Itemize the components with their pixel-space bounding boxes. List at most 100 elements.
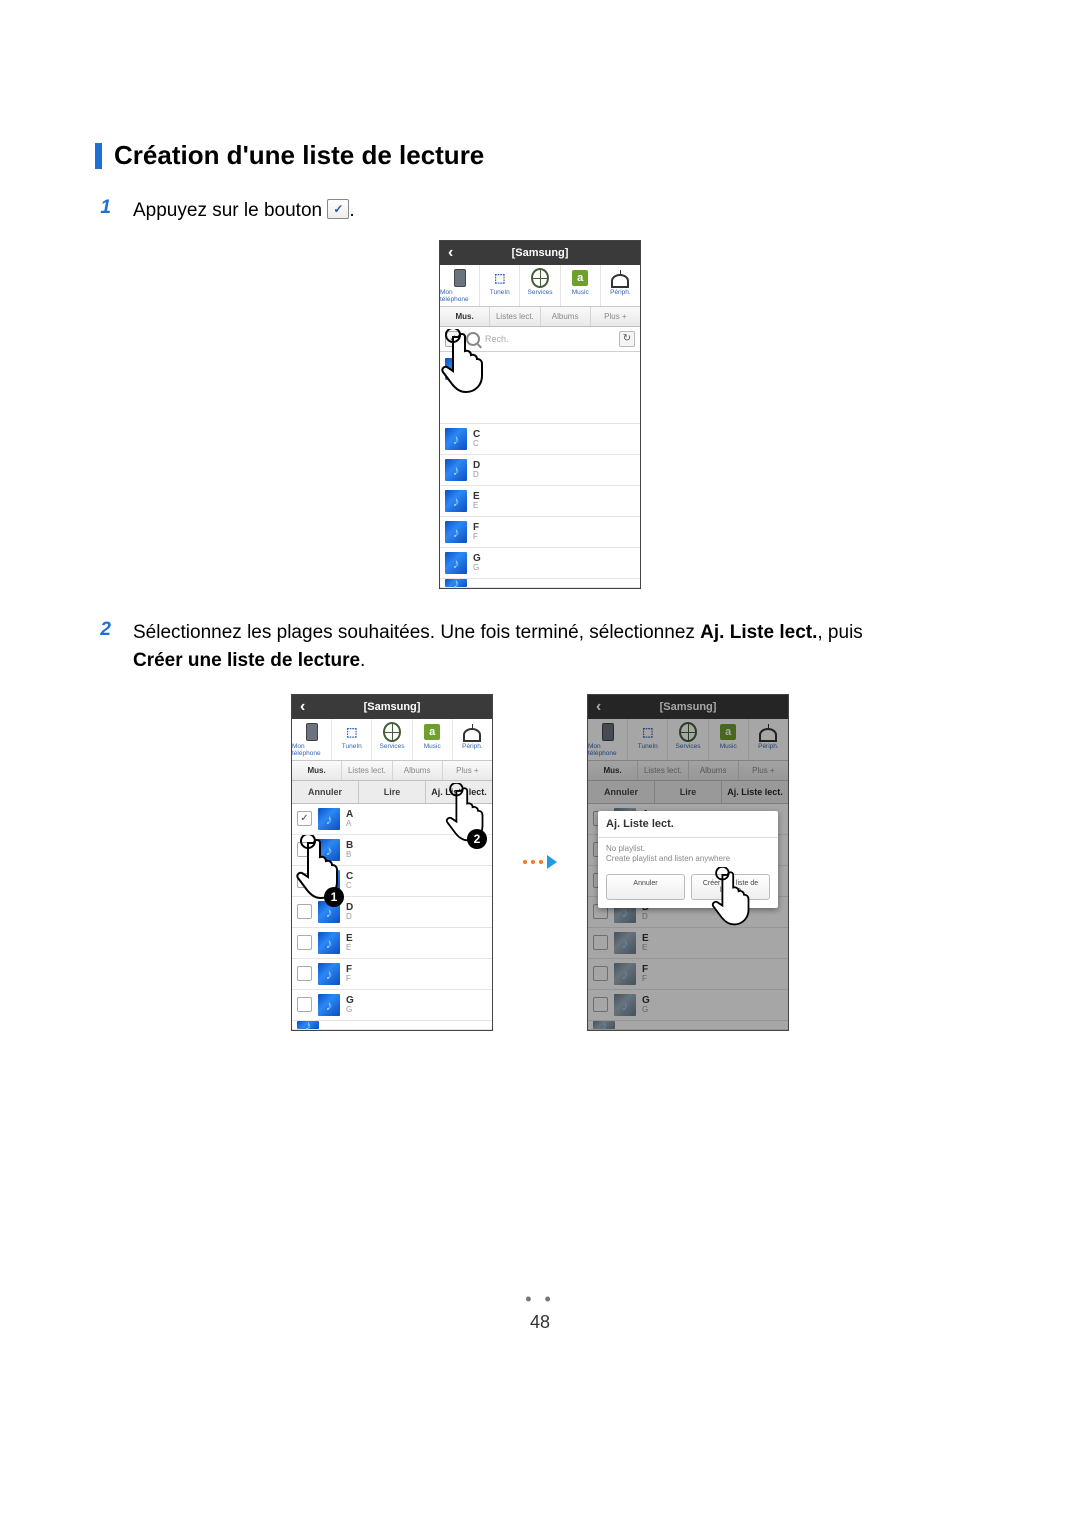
album-art-icon — [318, 932, 340, 954]
select-all-checkbox[interactable]: ✓ — [445, 331, 461, 347]
track-row[interactable]: CC — [440, 424, 640, 455]
tab-row: Mus. Listes lect. Albums Plus + — [440, 307, 640, 327]
track-row[interactable]: CC — [292, 866, 492, 897]
track-title: D — [346, 903, 353, 913]
screenshots-2-wrap: ‹ [Samsung] Mon téléphone ⬚TuneIn Servic… — [95, 694, 985, 1031]
album-art-icon — [318, 901, 340, 923]
modal-line1: No playlist. — [606, 844, 770, 854]
track-title: G — [346, 996, 354, 1006]
phone-icon — [451, 269, 469, 287]
t2bold1: Aj. Liste lect. — [700, 622, 817, 643]
step-2-text: Sélectionnez les plages souhaitées. Une … — [133, 619, 863, 676]
album-art-icon — [318, 963, 340, 985]
modal-body: No playlist. Create playlist and listen … — [598, 838, 778, 869]
track-subtitle: D — [473, 471, 480, 479]
source-label: TuneIn — [342, 743, 362, 750]
tab-plus[interactable]: Plus + — [591, 307, 640, 326]
track-checkbox[interactable] — [297, 935, 312, 950]
step-1: 1 Appuyez sur le bouton . — [95, 197, 985, 226]
source-services[interactable]: Services — [372, 719, 412, 760]
track-row[interactable]: GG — [292, 990, 492, 1021]
track-subtitle: C — [346, 882, 353, 890]
track-row[interactable]: EE — [440, 486, 640, 517]
track-row-partial — [292, 1021, 492, 1030]
modal-btn-create[interactable]: Créer une liste de lecture — [691, 874, 770, 900]
flow-arrow-icon — [523, 855, 557, 869]
tab-albums[interactable]: Albums — [541, 307, 591, 326]
track-row[interactable]: FF — [292, 959, 492, 990]
track-checkbox[interactable] — [297, 966, 312, 981]
modal-line2: Create playlist and listen anywhere — [606, 854, 770, 864]
album-art-icon — [318, 808, 340, 830]
tab-listes[interactable]: Listes lect. — [342, 761, 392, 780]
track-row[interactable]: DD — [440, 455, 640, 486]
track-row[interactable]: FF — [440, 517, 640, 548]
tab-mus[interactable]: Mus. — [440, 307, 490, 326]
track-title: F — [346, 965, 352, 975]
btn-lire[interactable]: Lire — [359, 781, 426, 803]
source-periph[interactable]: Périph. — [601, 265, 640, 306]
source-label: Périph. — [462, 743, 483, 750]
phone-screenshot-2: ‹ [Samsung] Mon téléphone ⬚TuneIn Servic… — [291, 694, 493, 1031]
source-label: Music — [424, 743, 441, 750]
btn-annuler[interactable]: Annuler — [292, 781, 359, 803]
modal-btn-cancel[interactable]: Annuler — [606, 874, 685, 900]
album-art-icon — [318, 994, 340, 1016]
phone-title-text: [Samsung] — [364, 701, 421, 713]
track-subtitle: F — [346, 975, 352, 983]
tab-row: Mus. Listes lect. Albums Plus + — [292, 761, 492, 781]
page-dots: • • — [525, 1289, 555, 1309]
track-subtitle: G — [346, 1006, 354, 1014]
source-music[interactable]: aMusic — [413, 719, 453, 760]
track-row[interactable]: AA — [440, 352, 640, 424]
back-icon[interactable]: ‹ — [300, 698, 305, 716]
album-art-icon — [445, 358, 467, 380]
source-periph[interactable]: Périph. — [453, 719, 492, 760]
phone-icon — [303, 723, 321, 741]
track-checkbox[interactable] — [297, 997, 312, 1012]
track-row[interactable]: GG — [440, 548, 640, 579]
search-input[interactable]: Rech. — [485, 334, 614, 344]
track-checkbox[interactable]: ✓ — [297, 811, 312, 826]
track-row[interactable]: EE — [292, 928, 492, 959]
search-row: ✓ Rech. ↻ — [440, 327, 640, 352]
btn-aj-liste-lect[interactable]: Aj. Liste lect. — [426, 781, 492, 803]
refresh-icon[interactable]: ↻ — [619, 331, 635, 347]
phone-title-text: [Samsung] — [512, 247, 569, 259]
track-row[interactable]: DD — [292, 897, 492, 928]
source-label: TuneIn — [490, 289, 510, 296]
back-icon[interactable]: ‹ — [448, 244, 453, 262]
section-heading: Création d'une liste de lecture — [95, 140, 985, 171]
phone-titlebar: ‹ [Samsung] — [292, 695, 492, 719]
tab-plus[interactable]: Plus + — [443, 761, 492, 780]
tab-albums[interactable]: Albums — [393, 761, 443, 780]
source-mon-telephone[interactable]: Mon téléphone — [440, 265, 480, 306]
album-art-icon — [445, 579, 467, 587]
track-subtitle: A — [473, 368, 480, 376]
track-checkbox[interactable] — [297, 842, 312, 857]
tab-listes[interactable]: Listes lect. — [490, 307, 540, 326]
track-title: C — [346, 872, 353, 882]
album-art-icon — [445, 490, 467, 512]
action-row: Annuler Lire Aj. Liste lect. — [292, 781, 492, 804]
source-music[interactable]: aMusic — [561, 265, 601, 306]
track-title: A — [346, 810, 353, 820]
track-row[interactable]: BB — [292, 835, 492, 866]
source-tunein[interactable]: ⬚TuneIn — [332, 719, 372, 760]
track-checkbox[interactable] — [297, 873, 312, 888]
t2b: , puis — [817, 622, 862, 643]
t2c: . — [360, 650, 365, 671]
track-row[interactable]: ✓AA — [292, 804, 492, 835]
source-label: Mon téléphone — [292, 743, 331, 757]
tab-mus[interactable]: Mus. — [292, 761, 342, 780]
search-icon — [466, 332, 480, 346]
source-tunein[interactable]: ⬚ TuneIn — [480, 265, 520, 306]
allshare-icon — [463, 723, 481, 741]
track-checkbox[interactable] — [297, 904, 312, 919]
tunein-icon: ⬚ — [491, 269, 509, 287]
screenshot-1-wrap: ‹ [Samsung] Mon téléphone ⬚ TuneIn Servic… — [95, 240, 985, 589]
source-mon-telephone[interactable]: Mon téléphone — [292, 719, 332, 760]
source-services[interactable]: Services — [520, 265, 560, 306]
track-subtitle: F — [473, 533, 479, 541]
modal-buttons: Annuler Créer une liste de lecture — [598, 868, 778, 908]
